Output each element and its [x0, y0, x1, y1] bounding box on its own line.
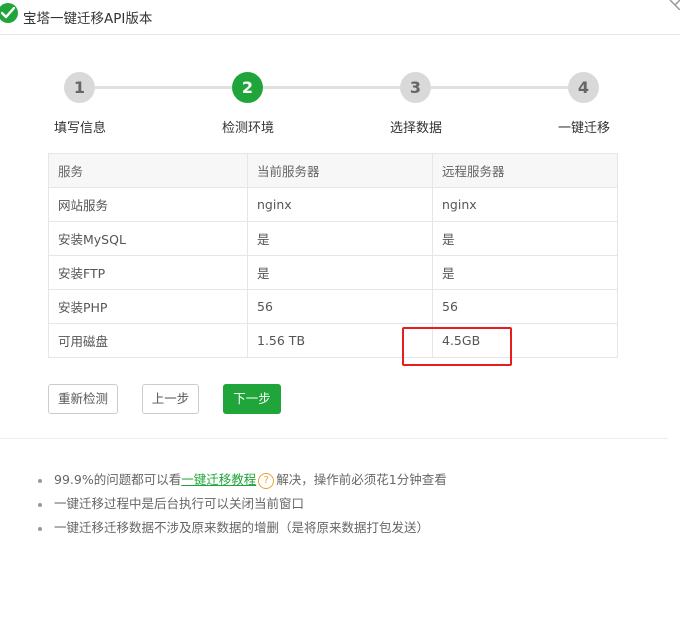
step-4-circle: 4	[568, 72, 599, 103]
table-cell: 是	[432, 255, 618, 290]
table-header-row: 服务 当前服务器 远程服务器	[48, 153, 618, 188]
tip-text: 一键迁移过程中是后台执行可以关闭当前窗口	[54, 496, 305, 511]
step-connector	[263, 86, 400, 89]
recheck-button[interactable]: 重新检测	[48, 384, 118, 414]
table-cell: 网站服务	[48, 187, 248, 222]
tip-text: 99.9%的问题都可以看	[54, 472, 182, 487]
step-3-label: 选择数据	[389, 121, 443, 136]
tip-text: 一键迁移迁移数据不涉及原来数据的增删（是将原来数据打包发送）	[54, 520, 430, 535]
table-cell: 安装PHP	[48, 289, 248, 324]
close-icon[interactable]	[666, 0, 680, 10]
divider	[0, 438, 668, 439]
col-header-current-server: 当前服务器	[247, 153, 433, 188]
table-cell: 可用磁盘	[48, 323, 248, 358]
table-cell: 是	[247, 255, 433, 290]
list-item: 一键迁移迁移数据不涉及原来数据的增删（是将原来数据打包发送）	[36, 516, 447, 540]
step-2-label: 检测环境	[221, 121, 275, 136]
step-1-label: 填写信息	[53, 121, 107, 136]
col-header-remote-server: 远程服务器	[432, 153, 618, 188]
table-cell: nginx	[247, 187, 433, 222]
table-row: 可用磁盘 1.56 TB 4.5GB	[48, 323, 618, 358]
prev-step-button[interactable]: 上一步	[142, 384, 199, 414]
question-help-icon[interactable]: ?	[258, 472, 275, 489]
tutorial-link[interactable]: 一键迁移教程	[181, 472, 256, 487]
table-cell: 安装FTP	[48, 255, 248, 290]
table-row: 安装FTP 是 是	[48, 255, 618, 290]
tip-text: 解决，操作前必须花1分钟查看	[276, 472, 447, 487]
table-cell: 56	[432, 289, 618, 324]
table-cell: 56	[247, 289, 433, 324]
step-connector	[431, 86, 568, 89]
col-header-service: 服务	[48, 153, 248, 188]
step-1-circle: 1	[64, 72, 95, 103]
title-bar: 宝塔一键迁移API版本	[0, 0, 680, 35]
table-row: 安装PHP 56 56	[48, 289, 618, 324]
environment-table: 服务 当前服务器 远程服务器 网站服务 nginx nginx 安装MySQL …	[48, 153, 618, 358]
tips-list: 99.9%的问题都可以看一键迁移教程? 解决，操作前必须花1分钟查看 一键迁移过程…	[36, 468, 447, 540]
step-4-label: 一键迁移	[557, 121, 611, 136]
table-row: 网站服务 nginx nginx	[48, 187, 618, 222]
step-2-circle: 2	[232, 72, 263, 103]
list-item: 99.9%的问题都可以看一键迁移教程? 解决，操作前必须花1分钟查看	[36, 468, 447, 492]
step-progress: 1 2 3 4 填写信息 检测环境 选择数据 一键迁移	[0, 70, 680, 140]
table-cell: nginx	[432, 187, 618, 222]
table-cell: 安装MySQL	[48, 221, 248, 256]
step-3-circle: 3	[400, 72, 431, 103]
table-cell: 是	[432, 221, 618, 256]
table-row: 安装MySQL 是 是	[48, 221, 618, 256]
window-title: 宝塔一键迁移API版本	[23, 11, 153, 27]
next-step-button[interactable]: 下一步	[223, 384, 281, 414]
check-circle-icon	[0, 3, 18, 23]
list-item: 一键迁移过程中是后台执行可以关闭当前窗口	[36, 492, 447, 516]
highlight-box	[402, 327, 512, 366]
step-connector	[95, 86, 232, 89]
table-cell: 是	[247, 221, 433, 256]
